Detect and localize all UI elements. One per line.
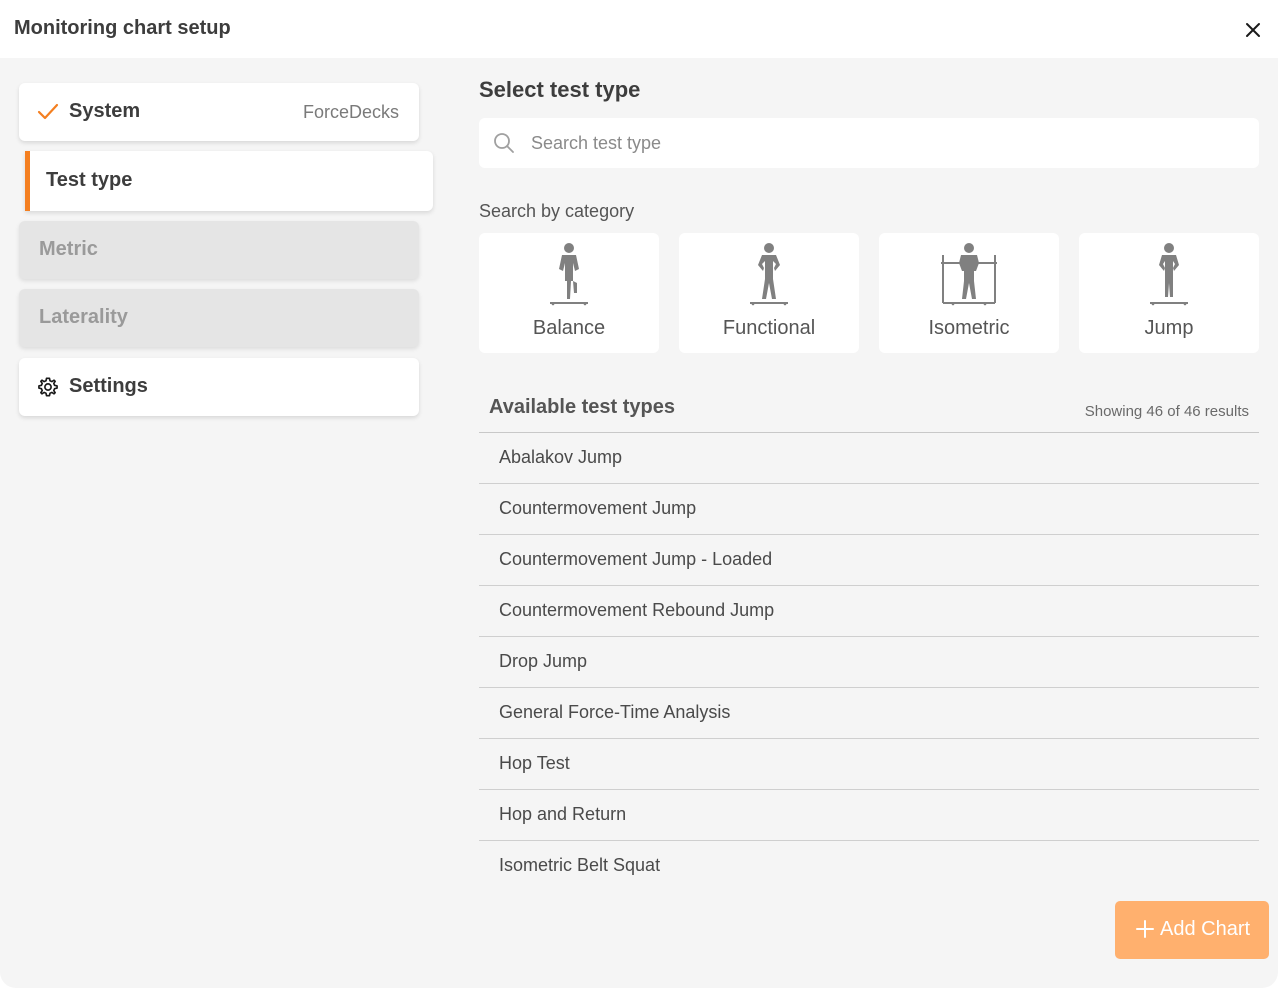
add-chart-label: Add Chart xyxy=(1160,918,1251,940)
category-balance[interactable]: Balance xyxy=(479,233,659,353)
plus-icon xyxy=(1136,920,1154,938)
list-item[interactable]: General Force-Time Analysis xyxy=(479,688,1259,739)
category-label: Search by category xyxy=(479,201,635,221)
step-settings[interactable]: Settings xyxy=(19,358,419,416)
list-item[interactable]: Abalakov Jump xyxy=(479,433,1259,484)
step-system[interactable]: System ForceDecks xyxy=(19,83,419,141)
gear-icon xyxy=(37,376,59,398)
isometric-figure-icon xyxy=(939,241,999,307)
search-field[interactable] xyxy=(479,118,1259,168)
list-item-label: General Force-Time Analysis xyxy=(499,702,731,722)
list-item[interactable]: Hop Test xyxy=(479,739,1259,790)
list-item[interactable]: Drop Jump xyxy=(479,637,1259,688)
list-item-label: Drop Jump xyxy=(499,651,588,671)
results-count: Showing 46 of 46 results xyxy=(1084,403,1249,420)
list-item-label: Abalakov Jump xyxy=(499,447,623,467)
step-label: Test type xyxy=(46,169,133,191)
list-item-label: Hop and Return xyxy=(499,804,627,824)
step-label: Metric xyxy=(39,238,98,260)
close-icon[interactable] xyxy=(1241,18,1265,42)
list-item-label: Countermovement Jump xyxy=(499,498,697,518)
step-metric: Metric xyxy=(19,221,419,279)
category-jump[interactable]: Jump xyxy=(1079,233,1259,353)
dialog-header: Monitoring chart setup xyxy=(0,0,1278,58)
list-item[interactable]: Countermovement Jump xyxy=(479,484,1259,535)
step-test-type[interactable]: Test type xyxy=(25,151,433,211)
category-functional[interactable]: Functional xyxy=(679,233,859,353)
list-item-label: Countermovement Rebound Jump xyxy=(499,600,775,620)
test-type-list: Abalakov Jump Countermovement Jump Count… xyxy=(479,433,1259,893)
search-input[interactable] xyxy=(531,128,1231,158)
category-isometric[interactable]: Isometric xyxy=(879,233,1059,353)
list-title: Available test types xyxy=(489,396,676,418)
category-name: Isometric xyxy=(928,317,1010,339)
step-label: System xyxy=(69,100,141,122)
check-icon xyxy=(37,101,59,123)
category-name: Jump xyxy=(1144,317,1194,339)
list-item[interactable]: Countermovement Jump - Loaded xyxy=(479,535,1259,586)
section-title: Select test type xyxy=(479,77,641,102)
step-laterality: Laterality xyxy=(19,289,419,347)
list-item-label: Isometric Belt Squat xyxy=(499,855,661,875)
add-chart-button[interactable]: Add Chart xyxy=(1115,901,1269,959)
list-item[interactable]: Hop and Return xyxy=(479,790,1259,841)
step-label: Laterality xyxy=(39,306,128,328)
dialog-title: Monitoring chart setup xyxy=(14,17,231,39)
list-header: Available test types Showing 46 of 46 re… xyxy=(479,390,1259,433)
step-value: ForceDecks xyxy=(302,102,399,122)
functional-figure-icon xyxy=(739,241,799,307)
list-item-label: Countermovement Jump - Loaded xyxy=(499,549,773,569)
step-label: Settings xyxy=(69,375,148,397)
list-item[interactable]: Countermovement Rebound Jump xyxy=(479,586,1259,637)
balance-figure-icon xyxy=(539,241,599,307)
jump-figure-icon xyxy=(1139,241,1199,307)
search-icon xyxy=(493,132,515,154)
monitoring-chart-setup-dialog: Monitoring chart setup System ForceDecks… xyxy=(0,0,1278,988)
category-name: Balance xyxy=(532,317,606,339)
list-item[interactable]: Isometric Belt Squat xyxy=(479,841,1259,892)
list-item-label: Hop Test xyxy=(499,753,570,773)
category-name: Functional xyxy=(722,317,816,339)
